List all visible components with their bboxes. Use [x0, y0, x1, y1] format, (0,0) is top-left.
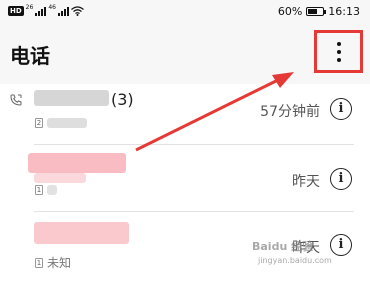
more-dot-3: [336, 57, 341, 62]
call-log-row[interactable]: 1 未知 昨天 i: [0, 212, 370, 282]
blurred-contact-name: [34, 222, 129, 244]
sim-badge: 1: [35, 185, 43, 195]
sim-badge: 2: [35, 118, 43, 128]
clock: 16:13: [328, 5, 360, 18]
watermark-url: jingyan.baidu.com: [258, 256, 332, 265]
call-log-row[interactable]: 1 昨天 i: [0, 145, 370, 211]
call-time: 昨天: [292, 174, 320, 190]
call-sub-text: 未知: [47, 256, 72, 270]
battery-fill: [308, 9, 317, 14]
net-label-2: 46: [48, 3, 56, 11]
signal-icon: [35, 6, 47, 16]
status-left: HD 26 46: [8, 3, 84, 16]
call-count: (3): [111, 90, 134, 109]
wifi-icon: [71, 6, 84, 16]
blurred-contact-name: [28, 153, 126, 173]
page-title: 电话: [10, 44, 50, 68]
blurred-number: [47, 118, 87, 128]
blurred-contact-name: [34, 173, 86, 183]
call-time: 57分钟前: [260, 104, 320, 120]
signal-icon-2: [57, 6, 69, 16]
more-dot-2: [336, 49, 341, 54]
info-icon[interactable]: i: [330, 168, 352, 190]
battery-icon: [306, 7, 327, 16]
watermark-logo: Baidu 经验: [252, 240, 314, 253]
app-bar: 电话: [0, 26, 370, 84]
call-log-row[interactable]: (3) 2 57分钟前 i: [0, 84, 370, 144]
battery-percent: 60%: [277, 5, 303, 18]
incoming-call-icon: [10, 94, 22, 106]
sim-badge: 1: [35, 257, 43, 268]
status-right: 60% 16:13: [278, 5, 360, 18]
call-sub-line: 1 未知: [35, 254, 71, 271]
status-bar: HD 26 46 60% 16:13: [0, 0, 370, 26]
info-icon[interactable]: i: [330, 98, 352, 120]
call-sub-line: 1: [35, 185, 57, 195]
blurred-number: [47, 185, 57, 195]
call-sub-line: 2: [35, 118, 87, 128]
hd-badge: HD: [8, 6, 24, 16]
blurred-contact-name: [34, 90, 109, 106]
info-icon[interactable]: i: [330, 234, 352, 256]
net-label-1: 26: [25, 3, 34, 11]
more-vertical-icon: [336, 41, 341, 46]
more-options-button[interactable]: [314, 30, 363, 73]
